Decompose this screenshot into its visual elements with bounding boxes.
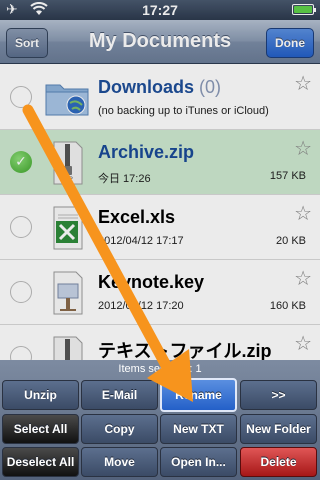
file-count: (0) [199, 77, 222, 97]
battery-level-fill [294, 6, 312, 13]
svg-text:ZIP: ZIP [63, 176, 73, 183]
delete-button[interactable]: Delete [240, 447, 317, 477]
file-subtitle: 今日 17:26 [98, 173, 151, 185]
copy-button[interactable]: Copy [81, 414, 158, 444]
file-name-text: Downloads [98, 77, 195, 97]
list-item-downloads[interactable]: Downloads (0) (no backing up to iTunes o… [0, 65, 320, 130]
rename-button[interactable]: Rename [160, 378, 237, 412]
favorite-star-icon[interactable]: ☆ [294, 136, 312, 161]
favorite-star-icon[interactable]: ☆ [294, 201, 312, 226]
checkmark-icon: ✓ [15, 153, 27, 169]
favorite-star-icon[interactable]: ☆ [294, 71, 312, 96]
more-button[interactable]: >> [240, 380, 317, 410]
email-button[interactable]: E-Mail [81, 380, 158, 410]
battery-icon [292, 4, 316, 15]
new-folder-button[interactable]: New Folder [240, 414, 317, 444]
file-size: 160 KB [269, 300, 306, 312]
excel-file-icon [53, 206, 83, 250]
status-time: 17:27 [142, 2, 178, 18]
file-subtitle: (no backing up to iTunes or iCloud) [98, 105, 269, 117]
file-subtitle: 2012/04/12 17:20 [98, 300, 184, 312]
selection-radio[interactable] [10, 86, 32, 108]
folder-icon [45, 84, 89, 116]
phone-screen: ✈ 17:27 Sort My Documents Done Downloads [0, 0, 320, 480]
selection-radio-checked[interactable]: ✓ [10, 151, 32, 173]
file-size: 20 KB [276, 235, 306, 247]
file-name: Archive.zip [98, 142, 195, 162]
deselect-all-button[interactable]: Deselect All [2, 447, 79, 477]
zip-file-icon: ZIP [53, 141, 83, 185]
action-toolbar: Items selected: 1 Unzip E-Mail Rename >>… [0, 360, 320, 480]
select-all-button[interactable]: Select All [2, 414, 79, 444]
favorite-star-icon[interactable]: ☆ [294, 266, 312, 291]
selection-radio[interactable] [10, 281, 32, 303]
done-button[interactable]: Done [266, 28, 314, 58]
keynote-file-icon [53, 271, 83, 315]
list-item-keynote-key[interactable]: Keynote.key 2012/04/12 17:20 160 KB ☆ [0, 260, 320, 325]
navigation-bar: Sort My Documents Done [0, 20, 320, 64]
unzip-button[interactable]: Unzip [2, 380, 79, 410]
selection-count: Items selected: 1 [118, 363, 202, 375]
file-subtitle: 2012/04/12 17:17 [98, 235, 184, 247]
move-button[interactable]: Move [81, 447, 158, 477]
new-txt-button[interactable]: New TXT [160, 414, 237, 444]
status-bar: ✈ 17:27 [0, 0, 320, 20]
open-in-button[interactable]: Open In... [160, 447, 237, 477]
list-item-archive-zip[interactable]: ✓ ZIP Archive.zip 今日 17:26 157 KB ☆ [0, 130, 320, 195]
file-name: Downloads (0) [98, 77, 221, 98]
file-name: Keynote.key [98, 272, 205, 292]
list-item-excel-xls[interactable]: Excel.xls 2012/04/12 17:17 20 KB ☆ [0, 195, 320, 260]
file-name: Excel.xls [98, 207, 176, 227]
file-list: Downloads (0) (no backing up to iTunes o… [0, 65, 320, 390]
file-size: 157 KB [269, 170, 306, 182]
selection-radio[interactable] [10, 216, 32, 238]
favorite-star-icon[interactable]: ☆ [294, 331, 312, 356]
